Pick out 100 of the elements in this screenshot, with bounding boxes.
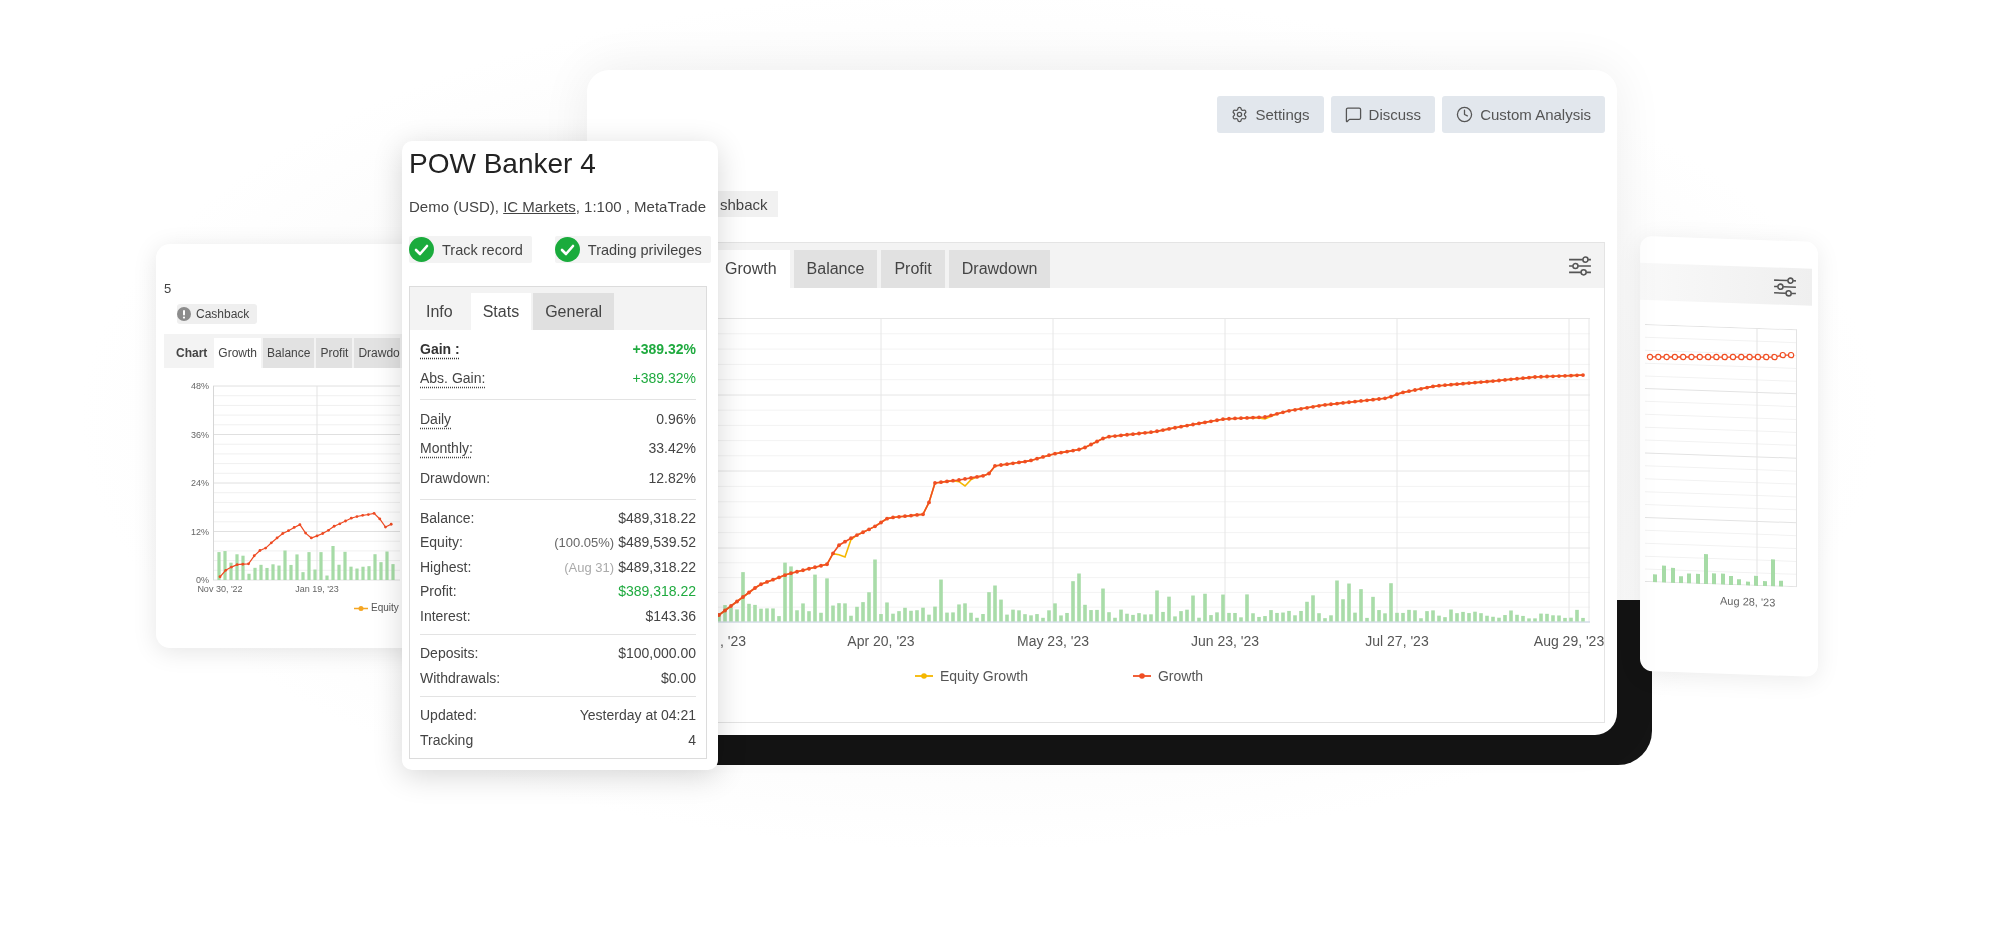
legend-label[interactable]: Equity Growth <box>940 668 1028 684</box>
volume-bar <box>367 566 371 580</box>
stat-label: Balance: <box>420 509 475 526</box>
axis-label: Jul 27, '23 <box>1365 633 1429 649</box>
volume-bar <box>235 554 239 580</box>
volume-bar <box>277 565 281 580</box>
axis-label: 12% <box>191 526 209 537</box>
axis-label: 48% <box>191 381 209 391</box>
discuss-button[interactable]: Discuss <box>1330 96 1436 133</box>
legend-marker-icon[interactable] <box>1132 673 1151 679</box>
heading-text: 5 <box>164 281 172 297</box>
chart-tab[interactable]: Growth <box>214 338 262 368</box>
chart-label: Chart <box>176 345 208 362</box>
axis-label: May 23, '23 <box>1017 633 1089 649</box>
volume-bar <box>253 567 257 580</box>
volume-bar <box>241 555 245 580</box>
chart-tab[interactable]: Drawdo <box>354 338 400 368</box>
stat-value: $143.36 <box>645 607 696 624</box>
stat-label: Monthly: <box>420 440 473 457</box>
account-title: POW Banker 4 <box>409 147 596 181</box>
volume-bar <box>343 551 347 580</box>
badge-label: Track record <box>442 241 523 258</box>
volume-bar <box>1771 559 1775 587</box>
stat-label: Daily <box>420 410 452 427</box>
volume-bar <box>385 551 389 580</box>
stat-label: Highest: <box>420 558 472 575</box>
stat-value: Yesterday at 04:21 <box>579 707 696 724</box>
axis-label: 0% <box>196 575 209 585</box>
account-subtitle: Demo (USD), IC Markets, 1:100 , MetaTrade <box>409 197 707 217</box>
stat-value: $100,000.00 <box>618 645 696 662</box>
volume-bar <box>1704 554 1708 585</box>
stat-label: Gain : <box>420 340 460 357</box>
volume-bar <box>349 566 353 580</box>
stat-value: $389,318.22 <box>618 583 696 600</box>
volume-bar <box>1662 565 1666 583</box>
legend-marker-icon[interactable] <box>915 673 933 679</box>
stat-value: 4 <box>688 731 696 748</box>
stat-label: Equity: <box>420 534 463 551</box>
volume-bar <box>265 567 269 580</box>
stat-value: +389.32% <box>632 370 696 387</box>
legend-marker-icon <box>354 605 368 611</box>
volume-bar <box>259 564 263 580</box>
volume-bar <box>337 564 341 580</box>
chart-tab[interactable]: Balance <box>793 250 878 288</box>
sliders-icon[interactable] <box>1568 255 1592 276</box>
stat-label: Updated: <box>420 707 477 724</box>
stats-tab[interactable]: Stats <box>470 293 532 330</box>
stat-note: (100.05%) <box>554 535 615 551</box>
stat-value: $489,318.22 <box>618 558 696 575</box>
axis-label: Aug 29, '23 <box>1533 633 1605 649</box>
settings-button[interactable]: Settings <box>1217 96 1324 133</box>
stat-value: 0.96% <box>656 410 696 427</box>
volume-bar <box>1679 576 1683 584</box>
stat-label: Deposits: <box>420 645 479 662</box>
volume-bar <box>223 551 227 580</box>
chart-tab[interactable]: Growth <box>718 250 790 288</box>
exclamation-icon <box>177 307 191 321</box>
volume-bar <box>1712 573 1716 585</box>
volume-bar <box>379 562 383 580</box>
stat-label: Drawdown: <box>420 469 491 486</box>
axis-label: 24% <box>191 478 209 488</box>
sliders-icon[interactable] <box>1773 275 1797 297</box>
stats-tab[interactable]: General <box>533 293 615 330</box>
volume-bar <box>1737 579 1741 586</box>
volume-bar <box>1754 575 1758 586</box>
chart-tab[interactable]: Profit <box>881 250 945 288</box>
volume-bar <box>217 552 221 580</box>
stats-tab[interactable]: Info <box>410 293 469 330</box>
volume-bar <box>355 568 359 580</box>
volume-bar <box>319 552 323 580</box>
volume-bar <box>295 554 299 580</box>
chart-tab[interactable]: Drawdown <box>948 250 1051 288</box>
legend-label[interactable]: Growth <box>1157 668 1204 684</box>
volume-bar <box>289 564 293 580</box>
volume-bar <box>361 566 365 580</box>
axis-label: 36% <box>191 429 209 440</box>
volume-bar <box>1721 573 1725 585</box>
volume-bar <box>271 564 275 580</box>
chart-tab[interactable]: Balance <box>263 338 315 368</box>
volume-bar <box>1671 567 1675 583</box>
custom-analysis-button[interactable]: Custom Analysis <box>1442 96 1605 133</box>
stat-label: Profit: <box>420 583 457 600</box>
volume-bar <box>301 572 305 580</box>
chart-tab[interactable]: Profit <box>316 338 353 368</box>
volume-bar <box>1779 580 1783 587</box>
volume-bar <box>1696 573 1700 584</box>
stat-note: (Aug 31) <box>564 559 615 575</box>
volume-bar <box>325 575 329 580</box>
stat-label: Abs. Gain: <box>420 370 486 387</box>
stat-value: $0.00 <box>660 669 696 686</box>
volume-bar <box>1653 574 1657 583</box>
stat-value: 12.82% <box>648 469 696 486</box>
stat-label: Interest: <box>420 607 471 624</box>
cashback-tag: shback <box>718 191 778 217</box>
volume-bar <box>373 554 377 580</box>
volume-bar <box>283 550 287 580</box>
badge-label: Trading privileges <box>587 241 702 258</box>
axis-label: Jun 23, '23 <box>1190 633 1260 649</box>
volume-bar <box>331 546 335 580</box>
broker-link[interactable]: IC Markets <box>503 198 576 215</box>
